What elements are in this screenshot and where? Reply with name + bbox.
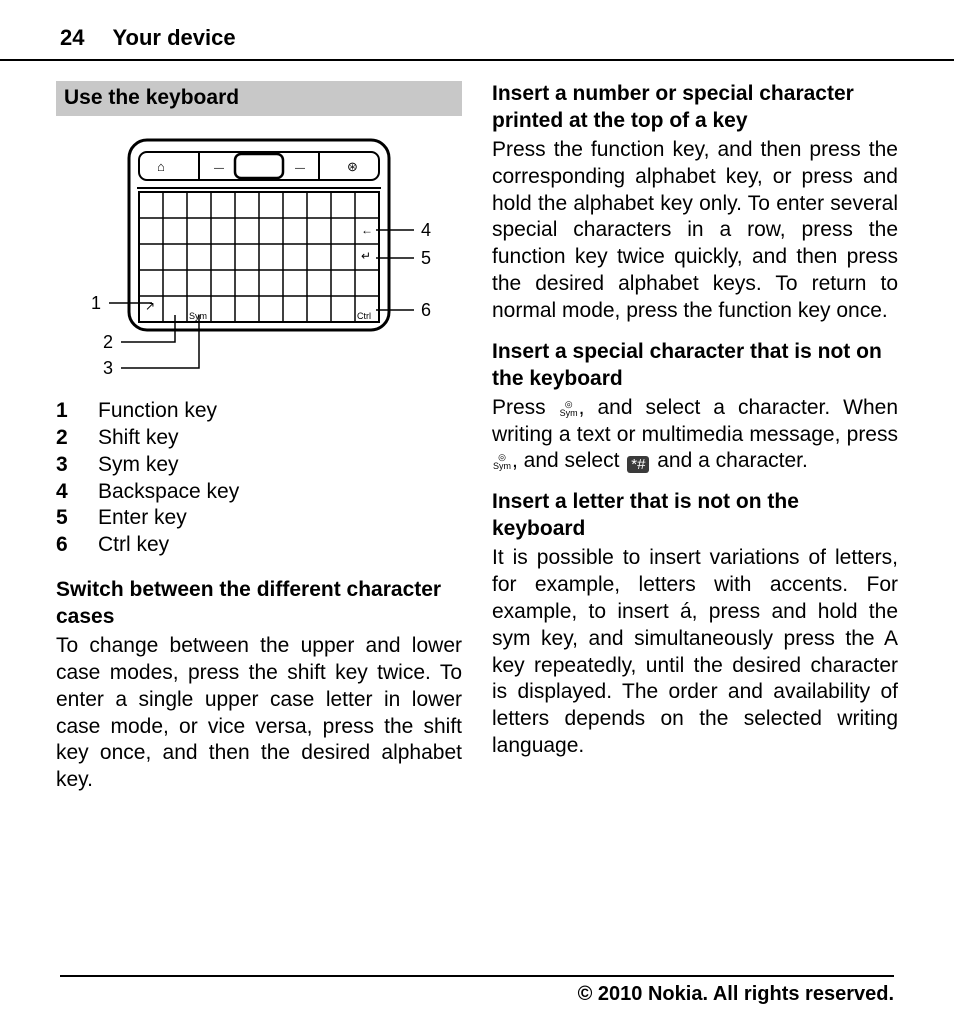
page-content: Use the keyboard ⌂ — — ⊛: [0, 61, 954, 808]
legend-number: 2: [56, 425, 98, 452]
legend-text: Backspace key: [98, 479, 239, 506]
page-header: 24 Your device: [0, 0, 954, 61]
text-fragment: Press: [492, 396, 559, 419]
keyboard-diagram-svg: ⌂ — — ⊛: [79, 130, 439, 380]
legend-row: 3 Sym key: [56, 452, 462, 479]
legend-number: 6: [56, 532, 98, 559]
svg-text:2: 2: [103, 332, 113, 352]
svg-text:Ctrl: Ctrl: [357, 311, 371, 321]
svg-text:5: 5: [421, 248, 431, 268]
section-heading: Use the keyboard: [56, 81, 462, 116]
keyboard-diagram: ⌂ — — ⊛: [56, 130, 462, 380]
paragraph: Press ◎Sym, and select a character. When…: [492, 395, 898, 476]
svg-text:⊛: ⊛: [347, 159, 358, 174]
legend-row: 2 Shift key: [56, 425, 462, 452]
svg-text:↗: ↗: [145, 299, 155, 313]
svg-text:—: —: [214, 163, 224, 174]
manual-page: 24 Your device Use the keyboard ⌂ — —: [0, 0, 954, 1036]
text-fragment: and a character.: [651, 449, 807, 472]
svg-text:3: 3: [103, 358, 113, 378]
text-fragment: , and select: [512, 449, 625, 472]
subheading: Insert a special character that is not o…: [492, 339, 898, 393]
svg-text:6: 6: [421, 300, 431, 320]
legend-text: Shift key: [98, 425, 179, 452]
page-footer: © 2010 Nokia. All rights reserved.: [60, 975, 894, 1006]
right-column: Insert a number or special character pri…: [492, 81, 898, 808]
paragraph: To change between the upper and lower ca…: [56, 633, 462, 794]
svg-text:4: 4: [421, 220, 431, 240]
subheading: Insert a number or special character pri…: [492, 81, 898, 135]
svg-text:⌂: ⌂: [157, 159, 165, 174]
key-legend: 1 Function key 2 Shift key 3 Sym key 4 B…: [56, 398, 462, 559]
legend-text: Enter key: [98, 505, 187, 532]
svg-text:—: —: [295, 163, 305, 174]
legend-row: 5 Enter key: [56, 505, 462, 532]
legend-text: Sym key: [98, 452, 179, 479]
legend-number: 1: [56, 398, 98, 425]
legend-number: 3: [56, 452, 98, 479]
svg-text:Sym: Sym: [189, 311, 207, 321]
legend-text: Function key: [98, 398, 217, 425]
paragraph: Press the function key, and then press t…: [492, 137, 898, 325]
sym-key-icon: ◎Sym: [560, 400, 578, 418]
subheading: Insert a letter that is not on the keybo…: [492, 489, 898, 543]
left-column: Use the keyboard ⌂ — — ⊛: [56, 81, 462, 808]
svg-text:↵: ↵: [361, 249, 371, 263]
legend-text: Ctrl key: [98, 532, 169, 559]
legend-row: 6 Ctrl key: [56, 532, 462, 559]
legend-row: 4 Backspace key: [56, 479, 462, 506]
svg-text:1: 1: [91, 293, 101, 313]
page-number: 24: [60, 25, 84, 51]
sym-key-icon: ◎Sym: [493, 453, 511, 471]
paragraph: It is possible to insert variations of l…: [492, 545, 898, 760]
legend-number: 5: [56, 505, 98, 532]
legend-row: 1 Function key: [56, 398, 462, 425]
star-hash-icon: *#: [627, 456, 649, 473]
subheading: Switch between the different character c…: [56, 577, 462, 631]
legend-number: 4: [56, 479, 98, 506]
svg-text:←: ←: [361, 223, 373, 237]
chapter-title: Your device: [112, 25, 235, 51]
